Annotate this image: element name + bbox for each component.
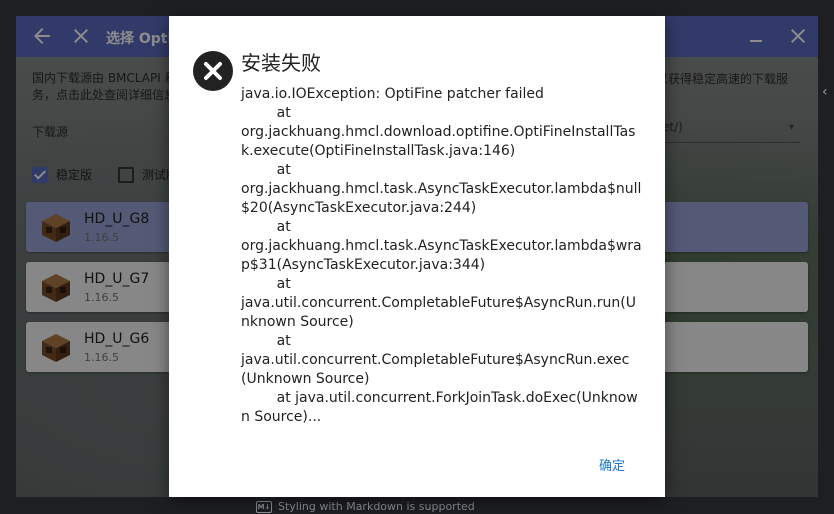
ok-button[interactable]: 确定	[593, 453, 631, 476]
background-chevron-icon: ‹	[822, 84, 828, 100]
error-x-icon	[193, 51, 233, 91]
install-failed-dialog: 安装失败 java.io.IOException: OptiFine patch…	[169, 16, 665, 497]
close-icon	[204, 62, 222, 80]
dialog-title: 安装失败	[241, 51, 321, 75]
dialog-error-message: java.io.IOException: OptiFine patcher fa…	[241, 86, 642, 425]
markdown-icon: M↓	[256, 500, 272, 513]
markdown-note-text: Styling with Markdown is supported	[278, 500, 475, 513]
background-markdown-note: M↓ Styling with Markdown is supported	[256, 500, 475, 513]
